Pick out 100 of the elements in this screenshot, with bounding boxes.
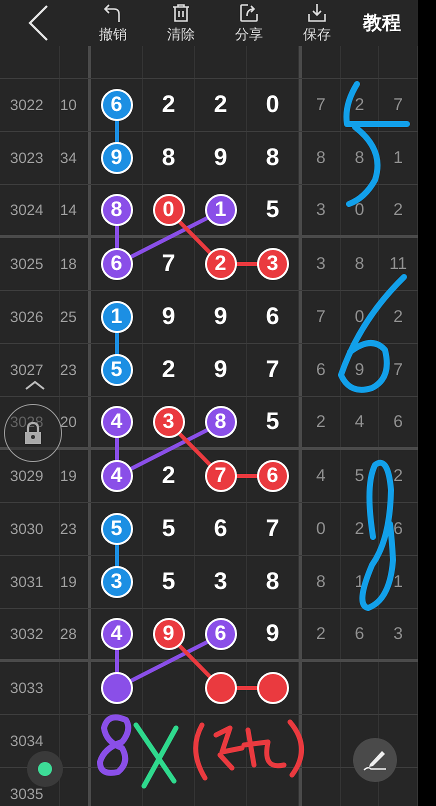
digit-value: 5 <box>162 515 176 543</box>
sum-value: 23 <box>60 520 77 538</box>
digit-ball: 5 <box>100 354 132 386</box>
digit-ball: 4 <box>100 460 132 492</box>
digit-value: 9 <box>162 303 176 331</box>
digit-value: 7 <box>162 250 176 278</box>
digit-ball: 9 <box>100 142 132 174</box>
miss-value: 2 <box>393 307 403 327</box>
ink-scribble-drawing <box>97 714 132 776</box>
digit-value: 7 <box>266 515 280 543</box>
sum-value: 19 <box>60 574 77 590</box>
miss-value: 3 <box>393 624 403 644</box>
digit-ball: 3 <box>100 566 132 598</box>
chevron-up-icon[interactable] <box>24 380 46 390</box>
miss-value: 1 <box>393 148 403 168</box>
digit-ball: 0 <box>152 194 184 226</box>
miss-value: 6 <box>316 360 326 380</box>
period-number: 3027 <box>10 362 44 378</box>
digit-value: 8 <box>266 568 280 596</box>
ink-scribble-drawing <box>134 722 178 788</box>
digit-ball: 1 <box>204 194 236 226</box>
period-number: 3030 <box>10 520 44 538</box>
period-number: 3023 <box>10 150 44 166</box>
digit-value: 9 <box>214 303 228 331</box>
miss-value: 8 <box>354 254 364 274</box>
back-icon[interactable] <box>27 4 49 42</box>
digit-ball: 8 <box>100 194 132 226</box>
digit-ball: 3 <box>256 248 288 280</box>
digit-ball: 5 <box>100 513 132 545</box>
miss-value: 7 <box>316 95 326 115</box>
toolbar-button[interactable]: 分享 <box>215 2 283 44</box>
digit-ball: 2 <box>204 248 236 280</box>
period-number: 3035 <box>10 786 44 802</box>
digit-value: 6 <box>214 515 228 543</box>
digit-value: 0 <box>266 91 280 119</box>
sum-value: 20 <box>60 414 77 430</box>
miss-value: 2 <box>316 624 326 644</box>
miss-value: 4 <box>354 412 364 432</box>
digit-value: 3 <box>214 568 228 596</box>
period-number: 3024 <box>10 202 44 218</box>
digit-ball: 8 <box>204 406 236 438</box>
digit-ball: 9 <box>152 618 184 650</box>
digit-ball: 6 <box>256 460 288 492</box>
digit-ball: 1 <box>100 301 132 333</box>
miss-value: 2 <box>354 519 364 539</box>
miss-value: 7 <box>316 307 326 327</box>
digit-value: 2 <box>162 462 176 490</box>
toolbar-button[interactable]: 清除 <box>147 2 215 44</box>
miss-value: 6 <box>393 519 403 539</box>
digit-value: 2 <box>162 356 176 384</box>
digit-value: 7 <box>266 356 280 384</box>
trash-icon <box>171 2 191 22</box>
toolbar-button[interactable]: 保存 <box>283 2 351 44</box>
miss-value: 8 <box>354 148 364 168</box>
digit-ball: 7 <box>204 460 236 492</box>
sum-value: 23 <box>60 362 77 378</box>
sum-value: 14 <box>60 202 77 218</box>
miss-value: 6 <box>393 412 403 432</box>
sum-value: 28 <box>60 626 77 642</box>
miss-value: 2 <box>316 412 326 432</box>
miss-value: 11 <box>389 254 407 274</box>
miss-value: 8 <box>316 148 326 168</box>
period-number: 3029 <box>10 468 44 484</box>
miss-value: 1 <box>393 572 403 592</box>
sum-value: 19 <box>60 468 77 484</box>
digit-value: 9 <box>266 620 280 648</box>
miss-value: 3 <box>316 200 326 220</box>
digit-value: 9 <box>214 144 228 172</box>
digit-ball: 6 <box>100 89 132 121</box>
miss-value: 2 <box>354 95 364 115</box>
digit-value: 2 <box>162 91 176 119</box>
period-number: 3031 <box>10 574 44 590</box>
digit-ball: 4 <box>100 618 132 650</box>
period-number: 3022 <box>10 96 44 114</box>
digit-value: 2 <box>214 91 228 119</box>
period-number: 3026 <box>10 308 44 326</box>
digit-ball: 6 <box>100 248 132 280</box>
digit-value: 9 <box>214 356 228 384</box>
miss-value: 8 <box>316 572 326 592</box>
digit-ball: 6 <box>204 618 236 650</box>
miss-value: 7 <box>393 95 403 115</box>
miss-value: 2 <box>393 200 403 220</box>
toolbar-button[interactable]: 撤销 <box>79 2 147 44</box>
miss-value: 3 <box>316 254 326 274</box>
miss-value: 2 <box>393 466 403 486</box>
sum-value: 34 <box>60 150 77 166</box>
period-number: 3032 <box>10 626 44 642</box>
tutorial-button[interactable]: 教程 <box>363 10 401 36</box>
miss-value: 7 <box>393 360 403 380</box>
digit-ball: 4 <box>100 406 132 438</box>
miss-value: 9 <box>354 360 364 380</box>
undo-icon <box>103 2 123 22</box>
sum-value: 18 <box>60 256 77 272</box>
digit-value: 8 <box>266 144 280 172</box>
download-icon <box>307 2 327 22</box>
digit-value: 5 <box>162 568 176 596</box>
digit-value: 5 <box>266 196 280 224</box>
digit-value: 6 <box>266 303 280 331</box>
miss-value: 6 <box>354 624 364 644</box>
period-number: 3025 <box>10 256 44 272</box>
